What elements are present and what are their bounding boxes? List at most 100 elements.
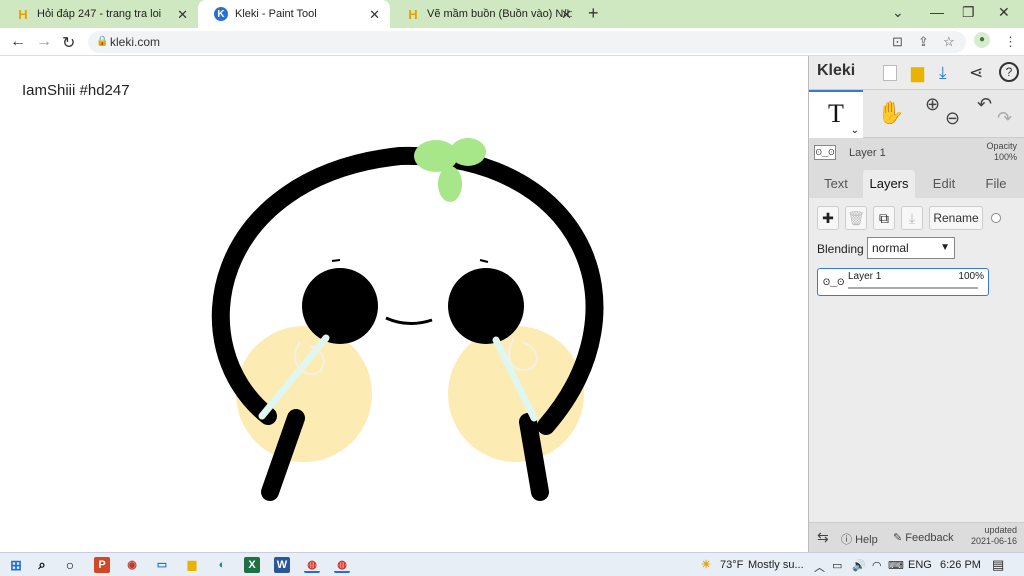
- current-layer-info: ʘ‿ʘ Layer 1 Opacity 100%: [809, 140, 1024, 168]
- menu-dots-icon[interactable]: ⋮: [1004, 34, 1017, 50]
- chevron-down-icon[interactable]: ⌄: [851, 126, 859, 136]
- share-icon[interactable]: ⋖: [969, 63, 983, 83]
- close-window-icon[interactable]: ✕: [998, 4, 1010, 21]
- windows-start-icon[interactable]: ⊞: [8, 557, 24, 573]
- favicon-icon: H: [408, 6, 418, 22]
- blending-select[interactable]: normal ▼: [867, 237, 955, 259]
- tab-file[interactable]: File: [973, 170, 1019, 198]
- volume-icon[interactable]: 🔊: [852, 559, 866, 572]
- new-image-icon[interactable]: [883, 65, 897, 81]
- add-layer-button[interactable]: ✚: [817, 206, 839, 230]
- chevron-up-icon[interactable]: ︿: [814, 559, 825, 575]
- browser-tab-bar: H Hỏi đáp 247 - trang tra loi ✕ K Kleki …: [0, 0, 1024, 28]
- open-folder-icon[interactable]: ▆: [911, 63, 924, 83]
- zoom-in-icon[interactable]: ⊕: [925, 94, 940, 115]
- panel-header: Kleki ▆ ⤓ ⋖ ?: [809, 56, 1024, 90]
- weather-icon: ☀: [701, 559, 711, 571]
- bookmark-star-icon[interactable]: ☆: [943, 34, 955, 50]
- tab-hoidap[interactable]: H Hỏi đáp 247 - trang tra loi ✕: [0, 0, 198, 28]
- zoom-out-icon[interactable]: ⊖: [945, 108, 960, 129]
- edge-icon[interactable]: ◐: [214, 557, 230, 573]
- favicon-icon: H: [18, 6, 28, 22]
- chrome-icon[interactable]: ◍: [304, 557, 320, 573]
- help-icon[interactable]: ?: [999, 62, 1019, 82]
- layer-thumbnail: ʘ‿ʘ: [823, 277, 845, 287]
- restore-icon[interactable]: ❐: [962, 4, 975, 21]
- tab-edit[interactable]: Edit: [921, 170, 967, 198]
- updated-label: updated: [984, 525, 1018, 535]
- layer-opacity-slider[interactable]: [848, 287, 978, 289]
- help-icon: ⓘ: [841, 534, 852, 546]
- chevron-down-icon: ▼: [940, 242, 950, 253]
- delete-layer-button[interactable]: 🗑: [845, 206, 867, 230]
- download-icon[interactable]: ⤓: [939, 63, 947, 83]
- layer-opacity: 100%: [958, 271, 984, 282]
- task-view-icon[interactable]: ○: [62, 557, 78, 573]
- profile-avatar-icon[interactable]: ●: [974, 32, 990, 48]
- tab-layers[interactable]: Layers: [863, 170, 915, 198]
- minimize-icon[interactable]: —: [930, 4, 944, 20]
- panel-tabs: Text Layers Edit File: [809, 168, 1024, 198]
- hand-icon[interactable]: ✋: [877, 100, 904, 126]
- drawing-canvas[interactable]: IamShiii #hd247: [0, 56, 808, 552]
- excel-icon[interactable]: X: [244, 557, 260, 573]
- file-explorer-icon[interactable]: ▆: [184, 557, 200, 573]
- help-label: Help: [855, 534, 878, 546]
- tool-row: T ⌄ ✋ ⊕ ⊖ ↶ ↷: [809, 90, 1024, 138]
- input-method-icon[interactable]: ⌨: [888, 559, 904, 572]
- close-icon[interactable]: ✕: [369, 7, 380, 23]
- lock-icon: 🔒: [96, 36, 109, 47]
- notification-icon[interactable]: ▤: [992, 557, 1004, 573]
- tab-kleki[interactable]: K Kleki - Paint Tool ✕: [198, 0, 390, 28]
- wifi-icon[interactable]: ◠: [872, 559, 882, 572]
- drawing-illustration: [211, 138, 604, 501]
- layer-list-item[interactable]: ʘ‿ʘ Layer 1 100%: [817, 268, 989, 296]
- search-icon[interactable]: ⌕: [34, 557, 50, 573]
- app-icon[interactable]: ◉: [124, 557, 140, 573]
- weather-text[interactable]: Mostly su...: [748, 559, 804, 571]
- layer-thumbnail: ʘ‿ʘ: [814, 145, 836, 160]
- updated-info: updated 2021-06-16: [971, 525, 1017, 547]
- chevron-down-icon[interactable]: ⌄: [892, 4, 904, 21]
- powerpoint-icon[interactable]: P: [94, 557, 110, 573]
- rename-button[interactable]: Rename: [929, 206, 983, 230]
- reload-icon[interactable]: ↻: [62, 33, 75, 53]
- clock-time[interactable]: 6:26 PM: [940, 559, 981, 571]
- merge-layer-button[interactable]: ⤓: [901, 206, 923, 230]
- redo-icon[interactable]: ↷: [997, 108, 1012, 129]
- help-button[interactable]: ⓘ Help: [841, 531, 878, 547]
- opacity-readout: Opacity 100%: [986, 141, 1017, 163]
- duplicate-layer-button[interactable]: ⧉: [873, 206, 895, 230]
- battery-icon[interactable]: ▭: [832, 559, 842, 572]
- favicon-icon: K: [214, 7, 228, 21]
- monitor-icon[interactable]: ▭: [154, 557, 170, 573]
- tab-title: Hỏi đáp 247 - trang tra loi: [37, 8, 162, 20]
- windows-taskbar: ⊞ ⌕ ○ P ◉ ▭ ▆ ◐ X W ◍ ◍ ☀ 73°F Mostly su…: [0, 552, 1024, 576]
- layer-opacity-slider-handle[interactable]: [991, 213, 1001, 223]
- url-input[interactable]: 🔒 kleki.com: [88, 31, 966, 53]
- feedback-button[interactable]: ✎ Feedback: [893, 531, 954, 544]
- kleki-logo: Kleki: [817, 62, 856, 79]
- close-icon[interactable]: ✕: [561, 7, 572, 23]
- tab-vemam[interactable]: H Vẽ mầm buồn (Buồn vào) N/I: Đồ ✕: [390, 0, 582, 28]
- undo-icon[interactable]: ↶: [977, 94, 992, 115]
- share-icon[interactable]: ⇪: [918, 34, 929, 50]
- word-icon[interactable]: W: [274, 557, 290, 573]
- language-indicator[interactable]: ENG: [908, 559, 932, 571]
- swap-side-icon[interactable]: ⇆: [817, 529, 829, 546]
- close-icon[interactable]: ✕: [177, 7, 188, 23]
- tab-title: Kleki - Paint Tool: [235, 8, 317, 20]
- updated-date: 2021-06-16: [971, 536, 1018, 546]
- feedback-label: Feedback: [905, 532, 954, 544]
- chrome-icon[interactable]: ◍: [334, 557, 350, 573]
- tab-text[interactable]: Text: [815, 170, 857, 198]
- url-text: kleki.com: [110, 35, 161, 49]
- panel-footer: ⇆ ⓘ Help ✎ Feedback updated 2021-06-16: [809, 522, 1024, 552]
- back-icon[interactable]: ←: [10, 33, 26, 51]
- pen-icon: ✎: [893, 532, 903, 544]
- translate-icon[interactable]: ⊡: [892, 34, 903, 50]
- forward-icon[interactable]: →: [36, 33, 52, 51]
- text-tool-button[interactable]: T ⌄: [809, 90, 863, 138]
- tab-title: Vẽ mầm buồn (Buồn vào) N/I: Đồ: [427, 8, 575, 20]
- new-tab-button[interactable]: +: [588, 3, 599, 24]
